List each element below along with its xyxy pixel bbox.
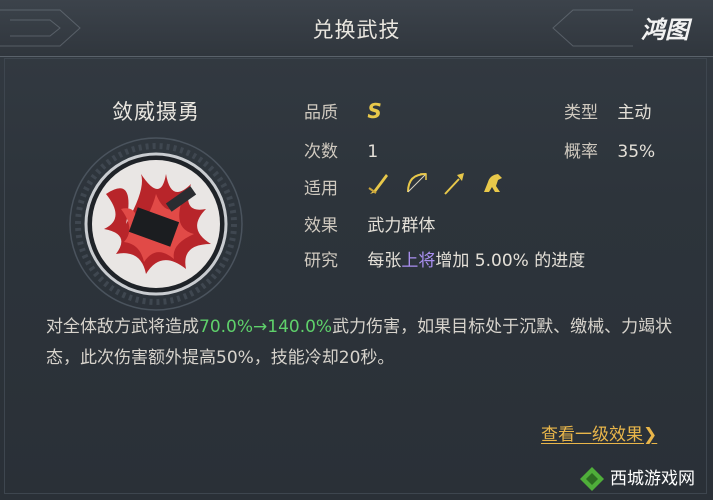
description-damage-range: 70.0%→140.0% [199,317,333,337]
count-label: 次数 [304,142,338,162]
effect-value: 武力群体 [367,216,436,236]
rate-row: 概率 35% [564,137,655,162]
rate-value: 35% [617,142,656,162]
game-logo-text: 鸿图 [641,16,689,44]
effect-row: 效果 武力群体 [304,211,435,236]
type-label: 类型 [564,103,598,123]
skill-description: 对全体敌方武将造成70.0%→140.0%武力伤害，如果目标处于沉默、缴械、力竭… [46,312,676,374]
applies-label: 适用 [304,179,338,199]
quality-grade: S [367,99,382,123]
type-row: 类型 主动 [564,98,651,123]
skill-name: 敛威摄勇 [112,100,200,124]
research-suffix: 增加 5.00% 的进度 [435,251,586,271]
effect-label: 效果 [304,216,338,236]
applies-row: 适用 [304,174,338,199]
count-value: 1 [367,142,379,162]
view-level1-effect-link[interactable]: 查看一级效果❯ [541,420,657,445]
research-highlight: 上将 [401,251,436,271]
watermark-logo-icon [580,467,604,491]
skill-medal-icon [69,137,243,311]
game-logo: 鸿图 [625,10,705,50]
dialog-header: 兑换武技 鸿图 [0,0,713,57]
spear-icon [442,170,466,196]
research-prefix: 每张 [367,251,402,271]
header-ornament-right-icon [552,9,633,47]
type-value: 主动 [617,103,652,123]
applies-icons [366,170,504,198]
quality-row: 品质 S [304,98,382,123]
count-row: 次数 1 [304,137,378,162]
sword-icon [366,170,390,196]
quality-label: 品质 [304,103,338,123]
bow-icon [404,170,428,196]
rate-label: 概率 [564,142,598,162]
research-label: 研究 [304,251,338,271]
site-watermark: 西城游戏网 [578,462,708,496]
research-row: 研究 每张上将增加 5.00% 的进度 [304,246,585,271]
description-part1: 对全体敌方武将造成 [46,317,199,337]
horse-icon [480,170,504,196]
watermark-text: 西城游戏网 [610,469,695,489]
